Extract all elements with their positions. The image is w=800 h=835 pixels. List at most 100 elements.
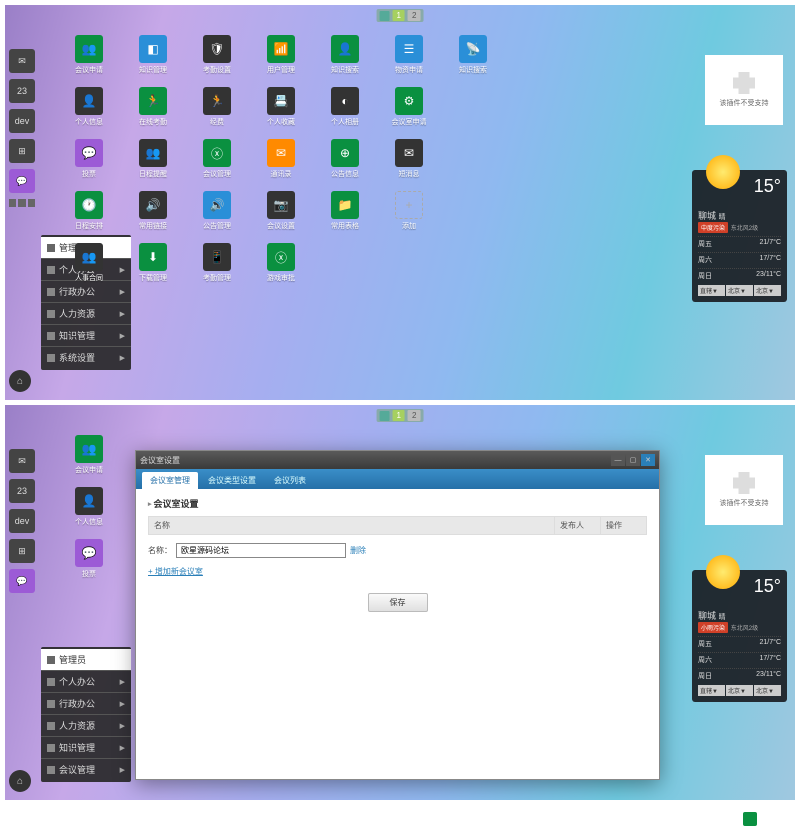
app-glyph-icon: 🔊 (139, 191, 167, 219)
forecast-row: 周五21/7°C (698, 636, 781, 649)
app-glyph-icon: ☰ (395, 35, 423, 63)
app-icon[interactable]: ☰物资申请 (383, 35, 435, 83)
window-controls: — ▢ ✕ (611, 454, 655, 466)
start-menu-admin[interactable]: 管理员 (41, 649, 131, 670)
menu-meeting[interactable]: 会议管理▶ (41, 758, 131, 780)
weather-selects[interactable]: 直辖▼ 北京▼ 北京▼ (698, 685, 781, 696)
app-icon[interactable]: ⊕公告信息 (319, 139, 371, 187)
save-button[interactable]: 保存 (368, 593, 428, 612)
app-label: 经费 (210, 117, 224, 127)
desktop-switcher[interactable]: 1 2 (377, 9, 424, 22)
chat-icon[interactable]: 💬 (9, 569, 35, 593)
desktop-page-2[interactable]: 2 (408, 410, 420, 421)
app-icon[interactable]: 🏃在线考勤 (127, 87, 179, 135)
room-name-input[interactable] (176, 543, 346, 558)
desktop-switcher[interactable]: 1 2 (377, 409, 424, 422)
app-icon[interactable]: 👤知识搜索 (319, 35, 371, 83)
tab-room-manage[interactable]: 会议室管理 (142, 472, 198, 489)
app-icon[interactable]: 👤个人信息 (63, 487, 115, 535)
mail-icon[interactable]: ✉ (9, 49, 35, 73)
dev-icon[interactable]: dev (9, 509, 35, 533)
menu-knowledge[interactable]: 知识管理▶ (41, 324, 131, 346)
puzzle-icon (733, 72, 755, 94)
menu-hr[interactable]: 人力资源▶ (41, 714, 131, 736)
weather-widget[interactable]: 15° 聊城 晴 小雨污染 东北风2级 周五21/7°C 周六17/7°C 周日… (692, 570, 787, 702)
meeting-room-settings-window: 会议室设置 — ▢ ✕ 会议室管理 会议类型设置 会议列表 会议室设置 名称 发… (135, 450, 660, 780)
app-icon[interactable]: ⓧ游戏审批 (255, 243, 307, 291)
window-titlebar[interactable]: 会议室设置 — ▢ ✕ (136, 451, 659, 469)
app-icon[interactable]: 🔊常用链接 (127, 191, 179, 239)
calendar-icon[interactable]: 23 (9, 79, 35, 103)
app-glyph-icon: ⓧ (267, 243, 295, 271)
app-icon[interactable]: 💬投票 (63, 539, 115, 587)
app-icon[interactable]: 🛡考勤设置 (191, 35, 243, 83)
app-icon[interactable]: 📶用户管理 (255, 35, 307, 83)
desktop-page-1[interactable]: 1 (393, 10, 405, 21)
app-icon[interactable]: ◐个人相册 (319, 87, 371, 135)
app-icon[interactable]: 💬投票 (63, 139, 115, 187)
menu-system[interactable]: 系统设置▶ (41, 346, 131, 368)
desktop-page-1[interactable]: 1 (393, 410, 405, 421)
dev-icon[interactable]: dev (9, 109, 35, 133)
delete-link[interactable]: 删除 (350, 545, 366, 556)
app-icon[interactable]: ◧知识管理 (127, 35, 179, 83)
app-label: 个人相册 (331, 117, 359, 127)
sun-icon (706, 155, 740, 189)
app-icon[interactable]: ⓧ会议管理 (191, 139, 243, 187)
app-label: 知识搜索 (331, 65, 359, 75)
minimize-button[interactable]: — (611, 454, 625, 466)
app-icon[interactable]: 🕐日程安排 (63, 191, 115, 239)
app-label: 公告管理 (203, 221, 231, 231)
close-button[interactable]: ✕ (641, 454, 655, 466)
weather-selects[interactable]: 直辖▼ 北京▼ 北京▼ (698, 285, 781, 296)
weather-badge: 中度污染 (698, 222, 728, 233)
chevron-right-icon: ▶ (120, 354, 125, 362)
app-icon[interactable]: ✉通讯录 (255, 139, 307, 187)
add-room-link[interactable]: + 增加新会议室 (148, 566, 203, 577)
app-icon[interactable]: 👥会议申请 (63, 435, 115, 483)
desktop-panel-top: 1 2 ✉ 23 dev ⊞ 💬 ⌂ 管理员 个人办公▶ 行政办公▶ 人力资源▶… (5, 5, 795, 400)
app-icon[interactable]: 📷会议设置 (255, 191, 307, 239)
app-icon[interactable]: 👥人事合同 (63, 243, 115, 291)
desktop-icon-grid: 👥会议申请👤个人信息💬投票 (63, 435, 115, 587)
app-icon[interactable]: 📁常用表格 (319, 191, 371, 239)
left-rail: ✉ 23 dev ⊞ 💬 (5, 445, 39, 597)
desktop-page-2[interactable]: 2 (408, 10, 420, 21)
app-icon[interactable]: 👤个人信息 (63, 87, 115, 135)
app-icon[interactable]: 👥会议申请 (63, 35, 115, 83)
app-glyph-icon: 🔊 (203, 191, 231, 219)
menu-hr[interactable]: 人力资源▶ (41, 302, 131, 324)
col-action: 操作 (601, 517, 647, 535)
app-icon[interactable]: 👥日程提醒 (127, 139, 179, 187)
app-icon[interactable]: ⬇下载管理 (127, 243, 179, 291)
modal-body: 会议室设置 名称 发布人 操作 名称： 删除 + 增加新会议室 保存 (136, 489, 659, 779)
forecast-row: 周六17/7°C (698, 652, 781, 665)
app-icon[interactable]: ✉短消息 (383, 139, 435, 187)
app-icon[interactable]: +添加 (383, 191, 435, 239)
home-icon[interactable]: ⌂ (9, 770, 31, 792)
tab-meeting-list[interactable]: 会议列表 (266, 472, 314, 489)
menu-admin-office[interactable]: 行政办公▶ (41, 692, 131, 714)
footer-tag[interactable]: 会议申请 (743, 812, 792, 826)
home-icon[interactable]: ⌂ (9, 370, 31, 392)
weather-city: 聊城 晴 (698, 209, 781, 222)
breadcrumb: 会议室设置 (148, 497, 647, 510)
app-icon[interactable]: 🏃经费 (191, 87, 243, 135)
app-label: 投票 (82, 169, 96, 179)
tab-type-settings[interactable]: 会议类型设置 (200, 472, 264, 489)
weather-widget[interactable]: 15° 聊城 晴 中度污染 东北风2级 周五21/7°C 周六17/7°C 周日… (692, 170, 787, 302)
app-icon[interactable]: ⚙会议室申请 (383, 87, 435, 135)
apps-icon[interactable]: ⊞ (9, 139, 35, 163)
menu-personal-office[interactable]: 个人办公▶ (41, 670, 131, 692)
app-label: 会议室申请 (392, 117, 427, 127)
calendar-icon[interactable]: 23 (9, 479, 35, 503)
menu-knowledge[interactable]: 知识管理▶ (41, 736, 131, 758)
app-icon[interactable]: 📱考勤管理 (191, 243, 243, 291)
apps-icon[interactable]: ⊞ (9, 539, 35, 563)
app-icon[interactable]: 🔊 公告管理 (191, 191, 243, 239)
app-icon[interactable]: 📡知识搜索 (447, 35, 499, 83)
app-icon[interactable]: 📇个人收藏 (255, 87, 307, 135)
mail-icon[interactable]: ✉ (9, 449, 35, 473)
maximize-button[interactable]: ▢ (626, 454, 640, 466)
chat-icon[interactable]: 💬 (9, 169, 35, 193)
